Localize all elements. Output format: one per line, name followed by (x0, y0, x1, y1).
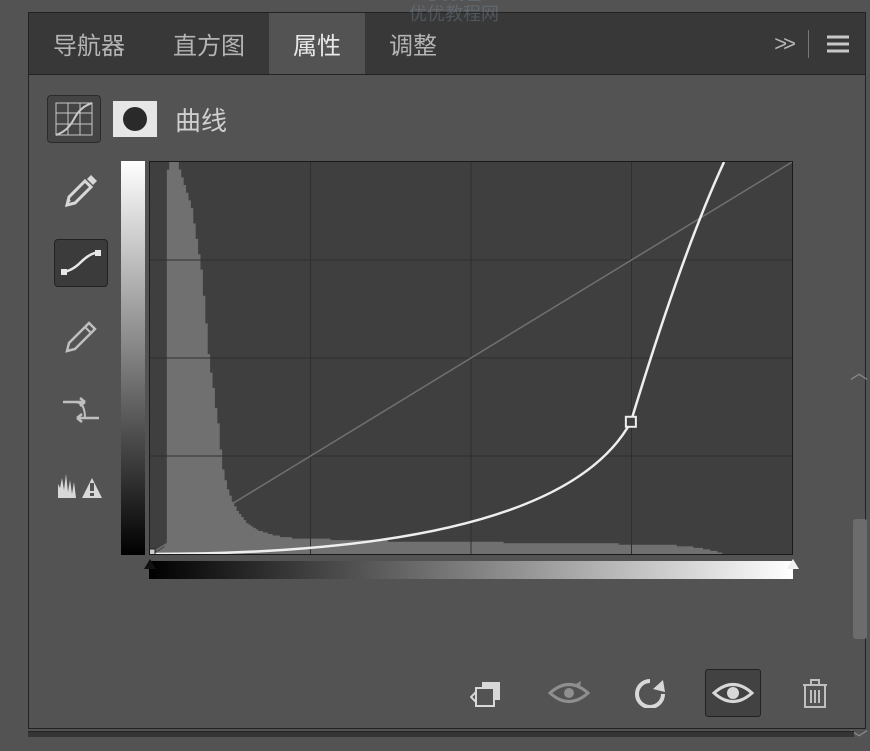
curves-graph[interactable] (149, 161, 793, 555)
adjustment-title: 曲线 (175, 101, 227, 138)
tab-properties[interactable]: 属性 (269, 13, 365, 74)
scroll-up-icon[interactable]: ︿ (850, 359, 868, 385)
reset-button[interactable] (623, 669, 679, 717)
visibility-button[interactable] (705, 669, 761, 717)
curve-point-tool[interactable] (54, 239, 108, 287)
delete-button[interactable] (787, 669, 843, 717)
layer-mask-icon[interactable] (113, 101, 157, 137)
header: 曲线 (29, 75, 865, 161)
panel-body: ︿ ﹀ (29, 161, 865, 658)
bottom-bar (28, 731, 854, 737)
footer-buttons (29, 658, 865, 728)
input-gradient (149, 561, 793, 579)
view-previous-button[interactable] (541, 669, 597, 717)
panel-menu-icon[interactable] (825, 34, 851, 54)
tab-navigator[interactable]: 导航器 (29, 13, 149, 74)
tab-histogram[interactable]: 直方图 (149, 13, 269, 74)
curves-adjustment-icon[interactable] (47, 95, 101, 143)
scroll-down-icon[interactable]: ﹀ (850, 725, 868, 751)
smooth-tool[interactable] (54, 387, 108, 435)
output-gradient (121, 161, 145, 555)
watermark: UIIIE 优优教程网 (409, 0, 499, 23)
white-point-slider[interactable] (787, 559, 799, 569)
curves-tools (41, 161, 121, 658)
sampler-tool[interactable] (54, 165, 108, 213)
divider (808, 30, 809, 58)
clip-to-layer-button[interactable] (459, 669, 515, 717)
black-point-slider[interactable] (144, 559, 156, 569)
scroll-thumb[interactable] (853, 519, 867, 639)
collapse-button[interactable]: >> (774, 31, 792, 57)
curves-graph-area (121, 161, 853, 658)
pencil-tool[interactable] (54, 313, 108, 361)
properties-panel: 导航器 直方图 属性 调整 >> 曲 (28, 12, 866, 729)
clip-warning-tool[interactable] (54, 461, 108, 509)
